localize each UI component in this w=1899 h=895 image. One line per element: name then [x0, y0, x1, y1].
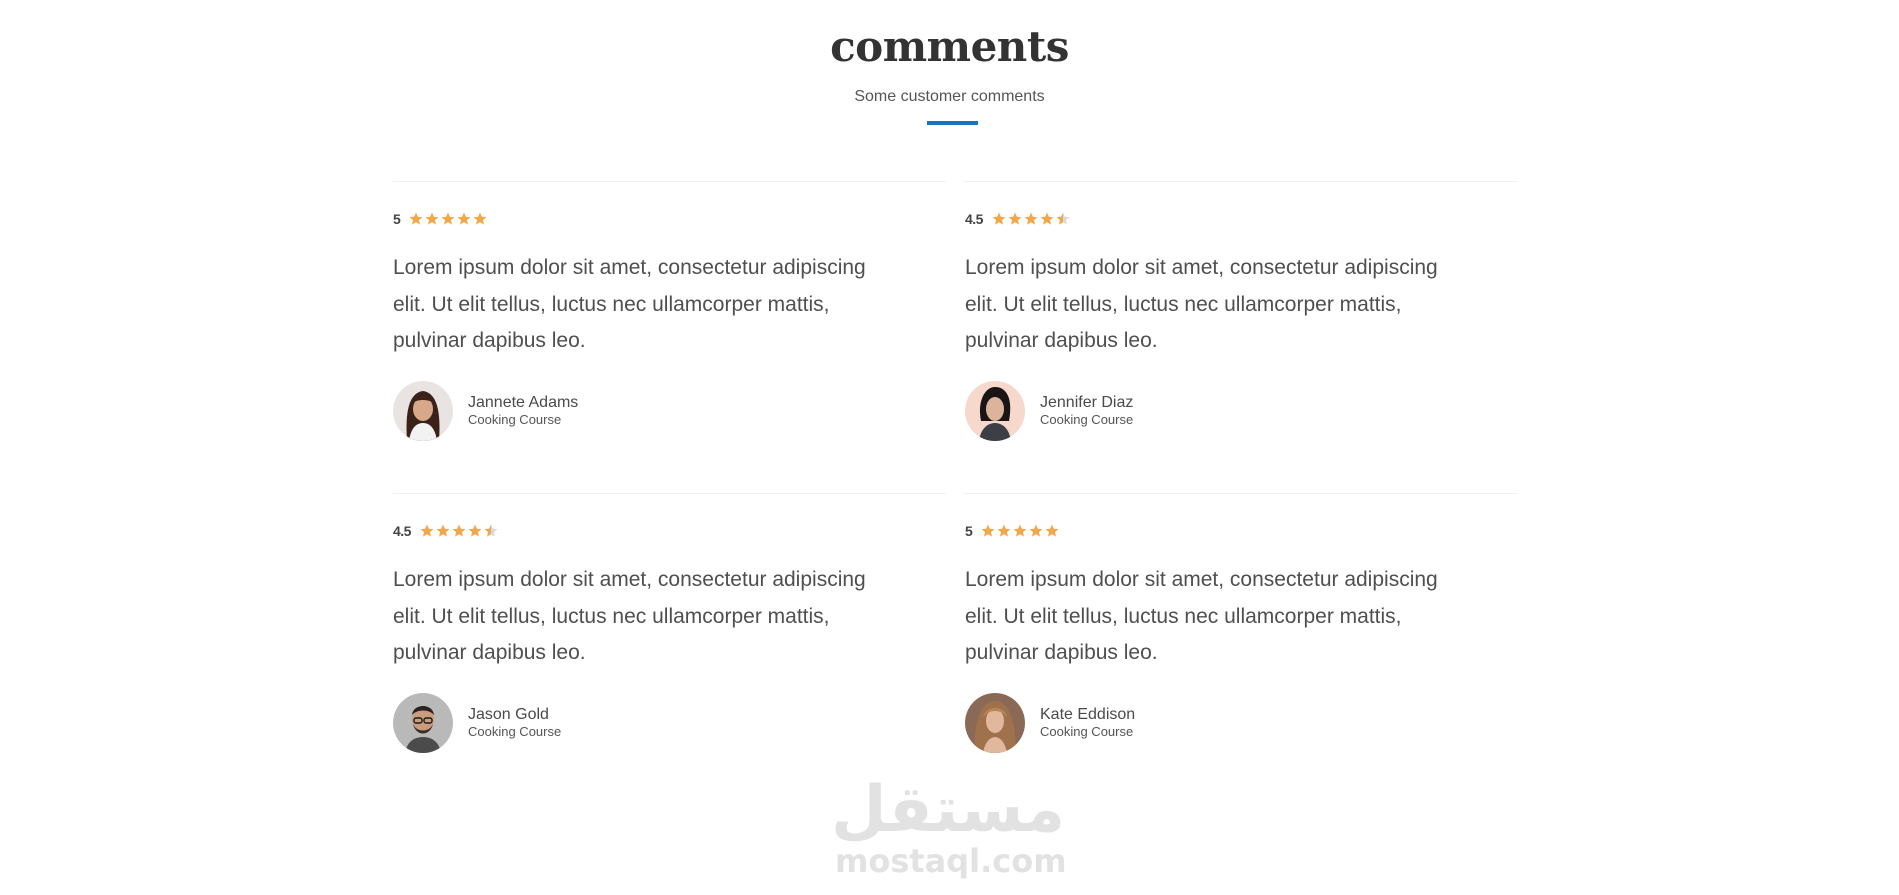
- comment-card: 5 Lorem ipsum dolor sit amet, consectetu…: [965, 493, 1518, 754]
- star-icon: [409, 212, 423, 226]
- title-underline-divider: [927, 121, 978, 125]
- rating-value: 5: [393, 211, 401, 227]
- author-name: Jason Gold: [468, 706, 549, 723]
- comment-author: Jennifer Diaz Cooking Course: [965, 381, 1133, 441]
- star-icon: [420, 524, 434, 538]
- rating-value: 4.5: [965, 211, 983, 227]
- star-icon: [468, 524, 482, 538]
- comment-author: Jannete Adams Cooking Course: [393, 381, 578, 441]
- rating-row: 4.5: [393, 521, 500, 541]
- avatar: [965, 693, 1025, 753]
- star-icon: [1008, 212, 1022, 226]
- star-icon: [473, 212, 487, 226]
- author-name: Jennifer Diaz: [1040, 394, 1134, 411]
- star-icon: [484, 524, 498, 538]
- star-icon: [1040, 212, 1054, 226]
- woman-portrait-avatar-icon: [965, 693, 1025, 753]
- star-rating: [420, 524, 500, 538]
- watermark-arabic: مستقل: [830, 773, 1065, 847]
- man-portrait-avatar-icon: [393, 693, 453, 753]
- star-icon: [1013, 524, 1027, 538]
- star-icon: [452, 524, 466, 538]
- comment-text: Lorem ipsum dolor sit amet, consectetur …: [393, 568, 866, 664]
- star-icon: [1029, 524, 1043, 538]
- author-meta: Jennifer Diaz Cooking Course: [1040, 394, 1133, 428]
- star-icon: [1056, 212, 1070, 226]
- author-name: Jannete Adams: [468, 394, 579, 411]
- section-subtitle: Some customer comments: [854, 88, 1045, 105]
- star-icon: [997, 524, 1011, 538]
- author-meta: Kate Eddison Cooking Course: [1040, 706, 1135, 740]
- star-icon: [441, 212, 455, 226]
- comment-text: Lorem ipsum dolor sit amet, consectetur …: [965, 568, 1438, 664]
- author-course: Cooking Course: [1040, 724, 1134, 739]
- avatar: [393, 693, 453, 753]
- comment-text: Lorem ipsum dolor sit amet, consectetur …: [393, 256, 866, 352]
- rating-value: 5: [965, 523, 973, 539]
- rating-row: 5: [393, 209, 489, 229]
- star-rating: [981, 524, 1061, 538]
- watermark-url: mostaql.com: [835, 842, 1067, 880]
- star-rating: [409, 212, 489, 226]
- author-course: Cooking Course: [468, 724, 562, 739]
- author-course: Cooking Course: [468, 412, 562, 427]
- star-icon: [457, 212, 471, 226]
- author-meta: Jannete Adams Cooking Course: [468, 394, 578, 428]
- section-title: comments: [830, 22, 1069, 71]
- comment-author: Kate Eddison Cooking Course: [965, 693, 1135, 753]
- woman-portrait-avatar-icon: [393, 381, 453, 441]
- rating-row: 5: [965, 521, 1061, 541]
- star-icon: [992, 212, 1006, 226]
- rating-row: 4.5: [965, 209, 1072, 229]
- comment-card: 4.5 Lorem ipsum dolor sit amet, consecte…: [965, 181, 1518, 442]
- star-icon: [1045, 524, 1059, 538]
- star-icon: [436, 524, 450, 538]
- comment-author: Jason Gold Cooking Course: [393, 693, 561, 753]
- woman-portrait-avatar-icon: [965, 381, 1025, 441]
- comment-text: Lorem ipsum dolor sit amet, consectetur …: [965, 256, 1438, 352]
- star-rating: [992, 212, 1072, 226]
- star-icon: [981, 524, 995, 538]
- comment-card: 4.5 Lorem ipsum dolor sit amet, consecte…: [393, 493, 946, 754]
- avatar: [965, 381, 1025, 441]
- author-course: Cooking Course: [1040, 412, 1134, 427]
- rating-value: 4.5: [393, 523, 411, 539]
- comments-page: comments Some customer comments 5 Lorem …: [0, 0, 1899, 895]
- comment-card: 5 Lorem ipsum dolor sit amet, consectetu…: [393, 181, 946, 442]
- star-icon: [1024, 212, 1038, 226]
- author-meta: Jason Gold Cooking Course: [468, 706, 561, 740]
- star-icon: [425, 212, 439, 226]
- author-name: Kate Eddison: [1040, 706, 1136, 723]
- avatar: [393, 381, 453, 441]
